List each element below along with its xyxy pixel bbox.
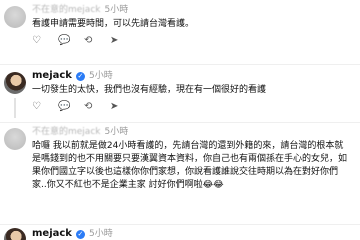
- comment-text: 哈囉 我以前就是做24小時看護的，先請台灣的還到外籍的來，請台灣的根本就是嗎錢到…: [32, 141, 348, 190]
- comment-time: 5小時: [104, 127, 129, 137]
- author-name[interactable]: mejack: [32, 70, 72, 82]
- commenter-avatar[interactable]: [4, 6, 26, 28]
- divider: [0, 64, 360, 65]
- author-avatar[interactable]: [4, 228, 26, 240]
- comment-1: 不在意的mejack 5小時 看護申請需要時間，可以先請台灣看護。 ♡ 💬 ⟲ …: [32, 4, 352, 47]
- repost-icon[interactable]: ⟲: [84, 35, 96, 47]
- divider: [0, 122, 360, 123]
- comment-actions: ♡ 💬 ⟲ ➤: [32, 101, 352, 113]
- share-icon[interactable]: ➤: [110, 35, 122, 47]
- commenter-avatar[interactable]: [4, 128, 26, 150]
- reply-icon[interactable]: 💬: [58, 101, 70, 113]
- author-avatar[interactable]: [4, 72, 26, 94]
- verified-icon: ✓: [75, 229, 85, 239]
- comment-time: 5小時: [88, 71, 113, 81]
- comment-meta: 不在意的mejack 5小時: [32, 4, 352, 16]
- threads-comment-page: 不在意的mejack 5小時 看護申請需要時間，可以先請台灣看護。 ♡ 💬 ⟲ …: [0, 0, 360, 240]
- commenter-name[interactable]: 不在意的mejack: [32, 4, 100, 16]
- comment-text: 看護申請需要時間，可以先請台灣看護。: [32, 19, 195, 29]
- share-icon[interactable]: ➤: [110, 101, 122, 113]
- commenter-name[interactable]: 不在意的mejack: [32, 126, 100, 138]
- comment-meta: mejack ✓ 5小時: [32, 228, 352, 240]
- comment-actions: ♡ 💬 ⟲ ➤: [32, 35, 352, 47]
- comment-time: 5小時: [88, 229, 113, 239]
- comment-meta: 不在意的mejack 5小時: [32, 126, 352, 138]
- repost-icon[interactable]: ⟲: [84, 101, 96, 113]
- heart-icon[interactable]: ♡: [32, 101, 44, 113]
- comment-4: mejack ✓ 5小時: [32, 228, 352, 240]
- comment-text: 一切發生的太快，我們也沒有經驗，現在有一個很好的看護: [32, 85, 267, 95]
- reply-icon[interactable]: 💬: [58, 35, 70, 47]
- comment-3: 不在意的mejack 5小時 哈囉 我以前就是做24小時看護的，先請台灣的還到外…: [32, 126, 352, 192]
- thread-line: [14, 98, 16, 118]
- comment-2: mejack ✓ 5小時 一切發生的太快，我們也沒有經驗，現在有一個很好的看護 …: [32, 70, 352, 113]
- comment-time: 5小時: [104, 5, 129, 15]
- divider: [0, 224, 360, 225]
- heart-icon[interactable]: ♡: [32, 35, 44, 47]
- comment-meta: mejack ✓ 5小時: [32, 70, 352, 82]
- verified-icon: ✓: [75, 71, 85, 81]
- author-name[interactable]: mejack: [32, 228, 72, 240]
